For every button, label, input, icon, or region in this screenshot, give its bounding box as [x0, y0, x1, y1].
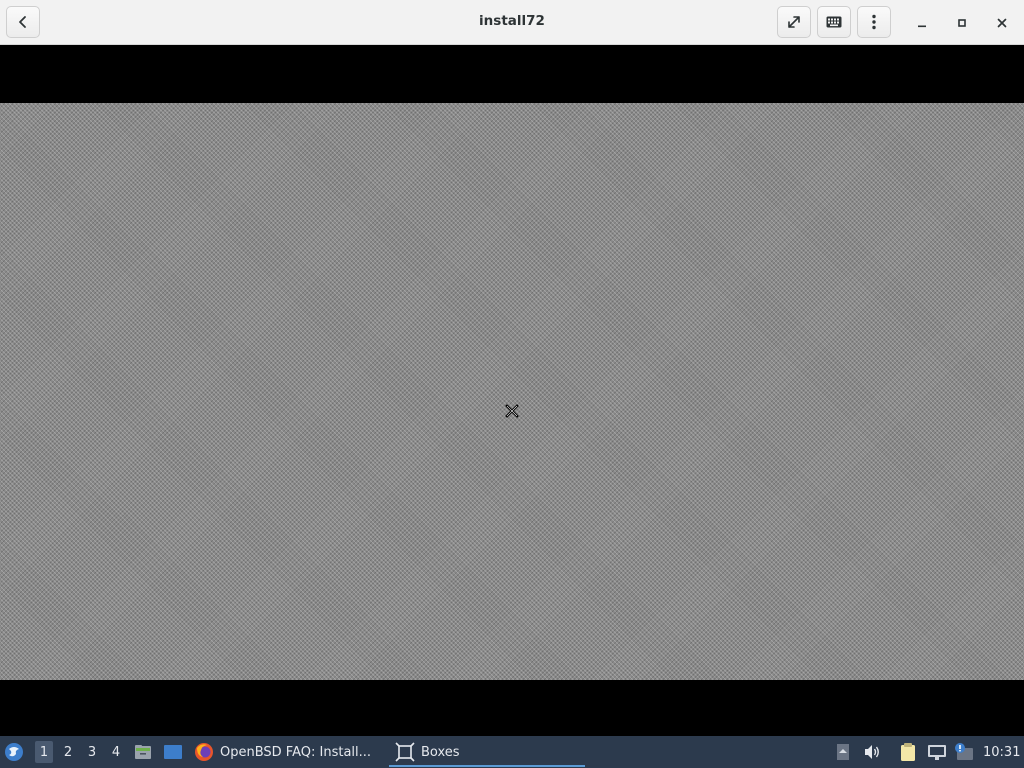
fullscreen-button[interactable] [777, 6, 811, 38]
vm-letterbox-bottom [0, 680, 1024, 736]
task-firefox-label: OpenBSD FAQ: Install... [220, 744, 372, 760]
show-desktop-icon [164, 745, 182, 759]
close-button[interactable] [987, 7, 1017, 39]
volume-button[interactable] [863, 736, 881, 768]
minimize-button[interactable] [907, 7, 937, 39]
taskbar: 1 2 3 4 OpenBSD FAQ: Install... Boxes 10… [0, 736, 1024, 768]
network-icon [928, 745, 946, 760]
keyboard-icon [826, 16, 842, 28]
clock[interactable]: 10:31 [983, 736, 1020, 768]
app-menu-button[interactable] [4, 736, 28, 768]
maximize-icon [958, 19, 966, 27]
boxes-headerbar: install72 [0, 0, 1024, 45]
window-title: install72 [479, 13, 545, 29]
notification-button[interactable] [953, 736, 975, 768]
keyboard-button[interactable] [817, 6, 851, 38]
maximize-button[interactable] [947, 7, 977, 39]
close-icon [997, 18, 1007, 28]
show-desktop-launcher[interactable] [163, 736, 183, 768]
task-boxes[interactable]: Boxes [389, 736, 585, 768]
clipboard-button[interactable] [899, 736, 919, 768]
back-button[interactable] [6, 6, 40, 38]
vm-display[interactable] [0, 103, 1024, 680]
file-manager-icon [135, 745, 151, 759]
notification-icon [955, 743, 973, 760]
vm-letterbox-top [0, 45, 1024, 103]
menu-button[interactable] [857, 6, 891, 38]
x-cursor-icon [505, 404, 519, 418]
workspace-1[interactable]: 1 [35, 741, 53, 763]
kebab-menu-icon [872, 14, 876, 30]
network-button[interactable] [927, 736, 947, 768]
fullscreen-icon [788, 16, 800, 28]
boxes-icon [395, 742, 415, 762]
tray-expand-button[interactable] [836, 736, 852, 768]
desktop-screen: install72 1 2 3 4 OpenBSD FAQ: Install..… [0, 0, 1024, 768]
task-firefox[interactable]: OpenBSD FAQ: Install... [194, 736, 384, 768]
minimize-icon [918, 25, 926, 28]
app-menu-icon [5, 743, 23, 761]
clipboard-icon [901, 743, 915, 761]
volume-icon [865, 745, 879, 759]
tray-expand-icon [837, 744, 849, 760]
firefox-icon [195, 743, 213, 761]
workspace-3[interactable]: 3 [83, 741, 101, 763]
file-manager-launcher[interactable] [134, 736, 154, 768]
back-icon [19, 16, 26, 28]
task-boxes-label: Boxes [421, 744, 460, 760]
workspace-2[interactable]: 2 [59, 741, 77, 763]
workspace-4[interactable]: 4 [107, 741, 125, 763]
